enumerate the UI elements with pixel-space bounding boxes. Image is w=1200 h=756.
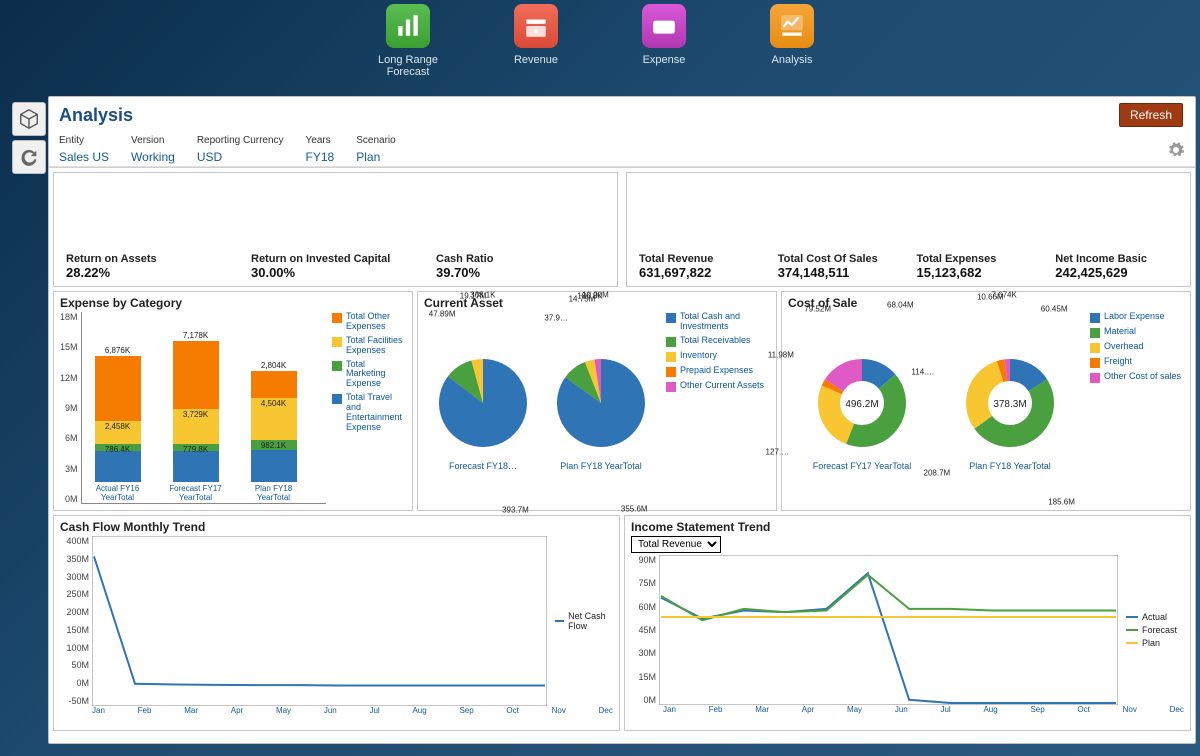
x-axis: JanFebMarAprMayJunJulAugSepOctNovDec	[60, 706, 613, 715]
top-nav: Long Range Forecast Revenue Expense Anal…	[0, 0, 1200, 90]
x-axis: JanFebMarAprMayJunJulAugSepOctNovDec	[631, 705, 1184, 714]
kpi-label: Total Revenue	[639, 253, 762, 265]
income-statement-card: Income Statement Trend Total Revenue 90M…	[624, 515, 1191, 731]
filter-version[interactable]: Working	[131, 150, 175, 164]
filter-label-scenario: Scenario	[356, 135, 395, 146]
side-tabs	[12, 102, 46, 174]
refresh-button[interactable]: Refresh	[1119, 103, 1183, 127]
donut-chart-group: 496.2M68.04M208.7M127.…11.98M79.52MForec…	[788, 312, 1084, 504]
chart-title: Income Statement Trend	[631, 520, 1184, 534]
cash-flow-card: Cash Flow Monthly Trend 400M350M300M250M…	[53, 515, 620, 731]
cube-tab[interactable]	[12, 102, 46, 136]
chart-title: Expense by Category	[60, 296, 406, 310]
bar-chart: 786.4K2,458K6,876KActual FY16 YearTotal7…	[81, 312, 326, 504]
chart-legend: ActualForecastPlan	[1118, 555, 1184, 705]
analysis-page: Analysis Refresh Entity Sales US Version…	[48, 96, 1196, 744]
filter-entity[interactable]: Sales US	[59, 150, 109, 164]
svg-text:496.2M: 496.2M	[845, 399, 878, 410]
nav-analysis[interactable]: Analysis	[752, 4, 832, 90]
chart-title: Cash Flow Monthly Trend	[60, 520, 613, 534]
filter-label-entity: Entity	[59, 135, 109, 146]
filter-label-years: Years	[306, 135, 335, 146]
nav-long-range[interactable]: Long Range Forecast	[368, 4, 448, 90]
kpi-value: 374,148,511	[778, 265, 901, 280]
kpi-value: 39.70%	[436, 265, 605, 280]
kpi-label: Total Expenses	[917, 253, 1040, 265]
nav-expense[interactable]: Expense	[624, 4, 704, 90]
nav-label: Analysis	[772, 54, 813, 66]
kpi-value: 30.00%	[251, 265, 420, 280]
nav-label: Expense	[643, 54, 686, 66]
kpi-label: Return on Assets	[66, 253, 235, 265]
svg-text:378.3M: 378.3M	[993, 399, 1026, 410]
kpi-label: Total Cost Of Sales	[778, 253, 901, 265]
kpi-value: 28.22%	[66, 265, 235, 280]
expense-by-category-card: Expense by Category 18M15M12M9M6M3M0M 78…	[53, 291, 413, 511]
nav-label: Revenue	[514, 54, 558, 66]
nav-label: Long Range Forecast	[368, 54, 448, 78]
expense-icon	[642, 4, 686, 48]
kpi-label: Return on Invested Capital	[251, 253, 420, 265]
revenue-icon	[514, 4, 558, 48]
chart-legend: Total Cash and InvestmentsTotal Receivab…	[660, 312, 770, 504]
bar-chart-icon	[386, 4, 430, 48]
chart-legend: Total Other ExpensesTotal Facilities Exp…	[326, 312, 406, 504]
kpi-row: Return on Assets28.22% Return on Investe…	[49, 167, 1195, 291]
kpi-label: Net Income Basic	[1055, 253, 1178, 265]
kpi-value: 15,123,682	[917, 265, 1040, 280]
chart-title: Current Asset	[424, 296, 770, 310]
y-axis: 400M350M300M250M200M150M100M50M0M-50M	[60, 536, 92, 706]
nav-revenue[interactable]: Revenue	[496, 4, 576, 90]
filter-scenario[interactable]: Plan	[356, 150, 395, 164]
line-chart	[92, 536, 547, 706]
y-axis: 18M15M12M9M6M3M0M	[60, 312, 81, 504]
kpi-value: 242,425,629	[1055, 265, 1178, 280]
filter-label-version: Version	[131, 135, 175, 146]
current-asset-card: Current Asset 393.7M47.89M19.17M368.1KFo…	[417, 291, 777, 511]
analysis-icon	[770, 4, 814, 48]
filter-bar: Entity Sales US Version Working Reportin…	[49, 131, 1195, 167]
refresh-tab[interactable]	[12, 140, 46, 174]
chart-legend: Labor ExpenseMaterialOverheadFreightOthe…	[1084, 312, 1184, 504]
filter-years[interactable]: FY18	[306, 150, 335, 164]
series-select[interactable]: Total Revenue	[631, 536, 721, 553]
chart-title: Cost of Sale	[788, 296, 1184, 310]
chart-legend: Net Cash Flow	[547, 536, 613, 706]
filter-currency[interactable]: USD	[197, 150, 284, 164]
filter-label-currency: Reporting Currency	[197, 135, 284, 146]
y-axis: 90M75M60M45M30M15M0M	[631, 555, 659, 705]
page-title: Analysis	[59, 105, 133, 126]
pie-chart-group: 393.7M47.89M19.17M368.1KForecast FY18…35…	[424, 312, 660, 504]
kpi-label: Cash Ratio	[436, 253, 605, 265]
kpi-value: 631,697,822	[639, 265, 762, 280]
line-chart	[659, 555, 1118, 705]
cost-of-sale-card: Cost of Sale 496.2M68.04M208.7M127.…11.9…	[781, 291, 1191, 511]
gear-icon[interactable]	[1167, 141, 1185, 159]
